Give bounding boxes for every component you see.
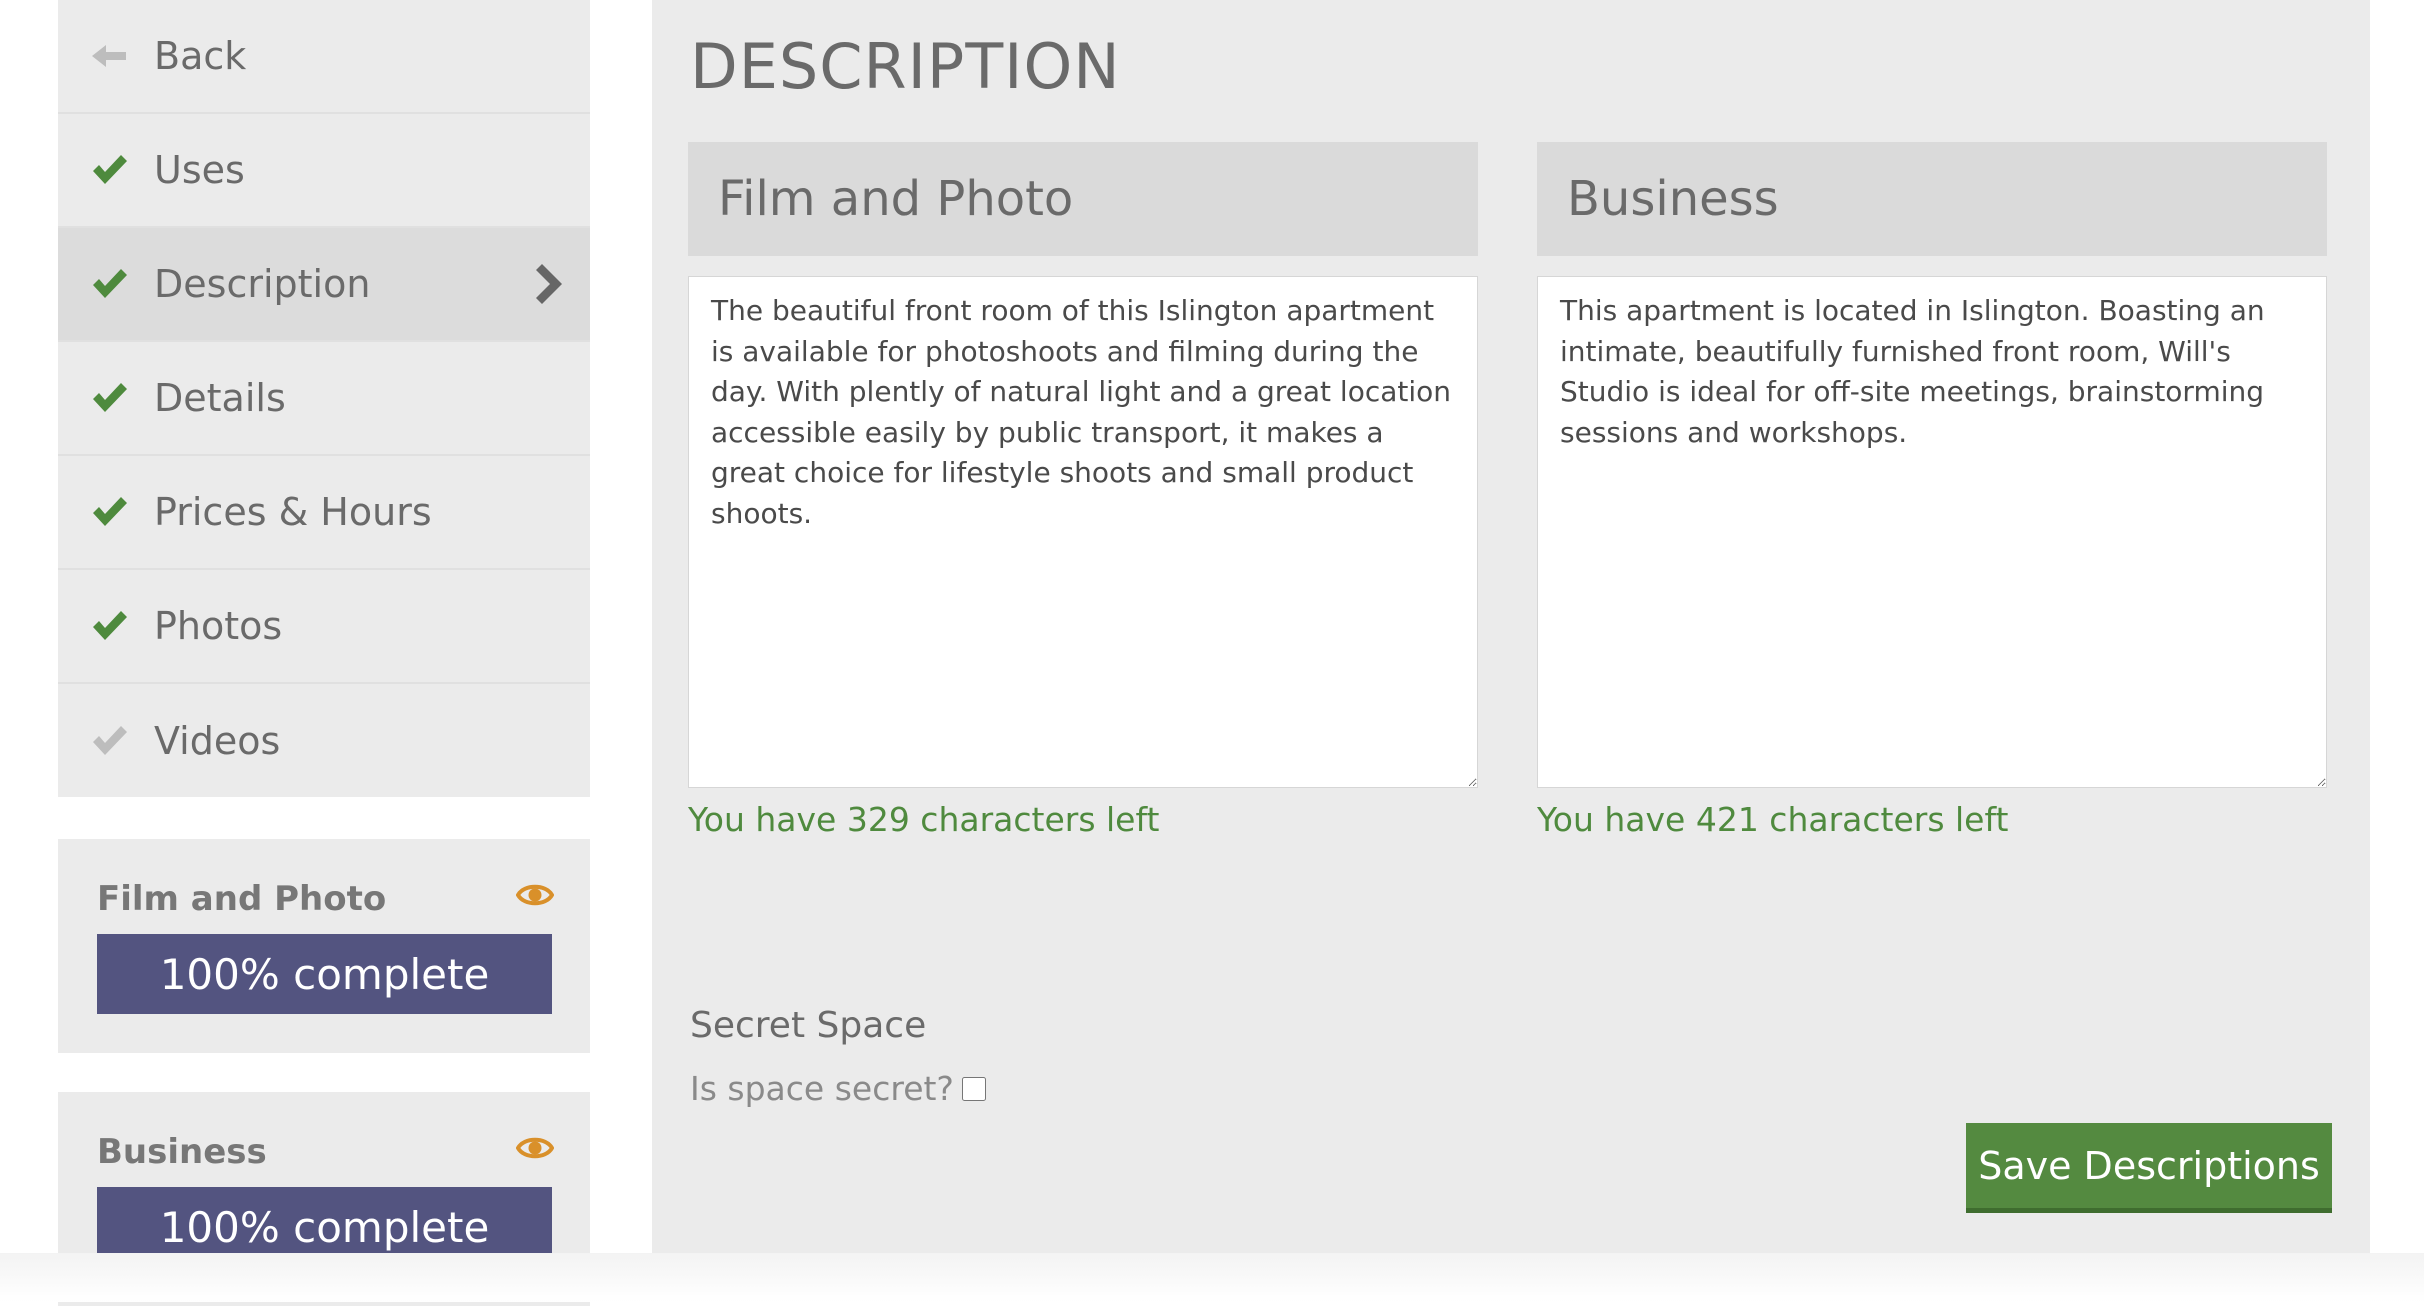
column-header: Film and Photo [688, 142, 1478, 256]
sidebar-item-uses[interactable]: Uses [58, 114, 590, 228]
sidebar-item-prices-hours[interactable]: Prices & Hours [58, 456, 590, 570]
film-photo-description-input[interactable] [688, 276, 1478, 788]
completion-card-film-photo: Film and Photo 100% complete [58, 839, 590, 1053]
sidebar-item-label: Prices & Hours [154, 490, 432, 534]
arrow-left-icon [92, 45, 126, 67]
sidebar-item-label: Back [154, 34, 247, 78]
sidebar-item-videos[interactable]: Videos [58, 684, 590, 798]
check-icon [93, 155, 127, 184]
column-header: Business [1537, 142, 2327, 256]
check-icon [93, 726, 127, 755]
chevron-right-icon [536, 264, 562, 304]
sidebar-item-label: Description [154, 262, 371, 306]
description-column-business: Business You have 421 characters left [1537, 142, 2327, 839]
save-descriptions-button[interactable]: Save Descriptions [1966, 1123, 2332, 1213]
sidebar-item-photos[interactable]: Photos [58, 570, 590, 684]
page-bottom-shade [0, 1253, 2424, 1302]
sidebar-item-label: Photos [154, 604, 283, 648]
check-icon [93, 383, 127, 412]
page-title: DESCRIPTION [690, 30, 1121, 103]
sidebar-item-label: Uses [154, 148, 245, 192]
check-icon [93, 611, 127, 640]
secret-space-title: Secret Space [690, 1005, 927, 1046]
card-title: Business [97, 1132, 267, 1172]
secret-space-row: Is space secret? [690, 1069, 986, 1108]
sidebar-item-description[interactable]: Description [58, 228, 590, 342]
check-icon [93, 497, 127, 526]
progress-label: 100% complete [159, 949, 490, 999]
sidebar-item-label: Details [154, 376, 286, 420]
sidebar-item-details[interactable]: Details [58, 342, 590, 456]
business-description-input[interactable] [1537, 276, 2327, 788]
sidebar-item-label: Videos [154, 719, 281, 763]
secret-space-checkbox[interactable] [961, 1076, 986, 1101]
character-counter: You have 329 characters left [688, 800, 1160, 839]
sidebar-item-back[interactable]: Back [58, 0, 590, 114]
progress-bar: 100% complete [97, 934, 552, 1014]
description-panel: DESCRIPTION Film and Photo You have 329 … [652, 0, 2370, 1253]
character-counter: You have 421 characters left [1537, 800, 2009, 839]
card-title: Film and Photo [97, 879, 387, 919]
description-column-film-photo: Film and Photo You have 329 characters l… [688, 142, 1478, 839]
secret-space-label: Is space secret? [690, 1069, 954, 1108]
check-icon [93, 269, 127, 298]
eye-icon[interactable] [516, 879, 554, 911]
sidebar-nav: Back Uses Description Details Prices & H… [58, 0, 590, 797]
eye-icon[interactable] [516, 1132, 554, 1164]
